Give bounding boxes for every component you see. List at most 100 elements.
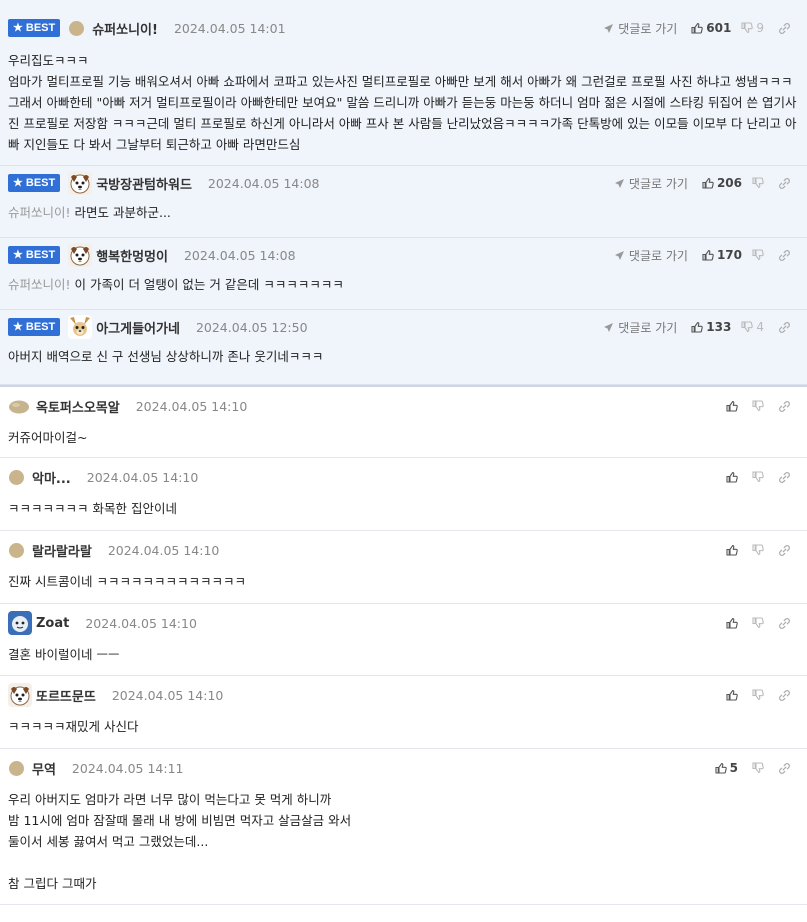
upvote-button[interactable]: 170 (702, 248, 742, 262)
thumbs-down-icon (752, 471, 764, 483)
upvote-button[interactable] (726, 544, 738, 556)
comment-actions: 5 (715, 760, 791, 776)
comment-date: 2024.04.05 14:10 (135, 398, 248, 414)
comment-meta: ★ BEST 슈퍼쏘니이! 2024.04.05 14:01 (8, 19, 286, 38)
star-icon: ★ (13, 21, 23, 34)
share-link-button[interactable] (778, 177, 791, 190)
comment-meta: 랄라랄라랄 2024.04.05 14:10 (8, 541, 220, 560)
author-nickname[interactable]: 무역 (32, 759, 56, 778)
comment: 무역 2024.04.05 14:11 5 우리 아버지도 엄마가 라면 너무 … (0, 749, 807, 905)
downvote-button[interactable] (752, 177, 764, 189)
comment-text: 우리집도ㅋㅋㅋ 엄마가 멀티프로필 기능 배워오셔서 아빠 쇼파에서 코파고 있… (8, 53, 797, 152)
comment-date: 2024.04.05 14:11 (71, 760, 184, 776)
author-nickname[interactable]: 랄라랄라랄 (32, 541, 92, 560)
comment-date: 2024.04.05 12:50 (195, 319, 308, 335)
reply-target-nickname[interactable]: 슈퍼쏘니이! (8, 277, 71, 292)
link-icon (778, 544, 791, 557)
thumbs-up-icon (702, 177, 714, 189)
comment-text: 아버지 배역으로 신 구 선생님 상상하니까 존나 웃기네ㅋㅋㅋ (8, 349, 324, 364)
avatar (68, 315, 93, 339)
thumbs-up-icon (726, 544, 738, 556)
avatar (8, 611, 32, 635)
comment-header: ★ BEST 아그게들어가네 2024.04.05 12:50 댓글로 가기 1… (8, 315, 799, 339)
upvote-button[interactable] (726, 400, 738, 412)
comment-text: 진짜 시트콤이네 ㅋㅋㅋㅋㅋㅋㅋㅋㅋㅋㅋㅋㅋ (8, 574, 246, 589)
link-icon (778, 689, 791, 702)
author-nickname[interactable]: 행복한멍멍이 (96, 246, 168, 265)
best-badge: ★ BEST (8, 246, 61, 264)
comment-actions (726, 615, 791, 631)
author-nickname[interactable]: 국방장관텀하워드 (96, 174, 192, 193)
reply-target-nickname[interactable]: 슈퍼쏘니이! (8, 205, 71, 220)
thumbs-up-icon (726, 689, 738, 701)
thumbs-up-icon (726, 471, 738, 483)
comment-actions (726, 687, 791, 703)
share-link-button[interactable] (778, 471, 791, 484)
comment-header: 무역 2024.04.05 14:11 5 (8, 759, 799, 778)
author-nickname[interactable]: 아그게들어가네 (96, 318, 180, 337)
downvote-button[interactable] (752, 249, 764, 261)
go-to-reply-link[interactable]: 댓글로 가기 (614, 175, 688, 192)
comment-header: 악마... 2024.04.05 14:10 (8, 468, 799, 487)
downvote-button[interactable] (752, 617, 764, 629)
thumbs-up-icon (726, 400, 738, 412)
avatar (68, 171, 93, 195)
share-link-button[interactable] (778, 22, 791, 35)
avatar (8, 683, 32, 707)
downvote-button[interactable]: 9 (741, 21, 764, 35)
share-link-button[interactable] (778, 400, 791, 413)
downvote-button[interactable] (752, 544, 764, 556)
upvote-count: 133 (706, 320, 732, 334)
comment-date: 2024.04.05 14:01 (173, 20, 286, 36)
best-comment: ★ BEST 국방장관텀하워드 2024.04.05 14:08 댓글로 가기 (0, 166, 807, 238)
comment-text: ㅋㅋㅋㅋㅋㅋㅋ 화목한 집안이네 (8, 501, 177, 516)
comment-header: ★ BEST 슈퍼쏘니이! 2024.04.05 14:01 댓글로 가기 60… (8, 19, 799, 38)
share-link-button[interactable] (778, 544, 791, 557)
share-link-button[interactable] (778, 617, 791, 630)
link-icon (778, 321, 791, 334)
upvote-button[interactable]: 206 (702, 176, 742, 190)
author-nickname[interactable]: 악마... (32, 468, 71, 487)
author-nickname[interactable]: 또르뜨문뜨 (36, 686, 96, 705)
upvote-button[interactable]: 5 (715, 761, 738, 775)
upvote-button[interactable] (726, 471, 738, 483)
author-nickname[interactable]: 슈퍼쏘니이! (92, 19, 158, 38)
go-to-reply-link[interactable]: 댓글로 가기 (603, 20, 677, 37)
thumbs-down-icon (752, 249, 764, 261)
downvote-button[interactable] (752, 400, 764, 412)
comment-date: 2024.04.05 14:10 (85, 615, 197, 631)
share-link-button[interactable] (778, 249, 791, 262)
comment-text: 커쥬어마이걸~ (8, 430, 88, 445)
upvote-button[interactable]: 133 (691, 320, 731, 334)
comment-actions: 댓글로 가기 170 (614, 247, 791, 263)
go-to-reply-link[interactable]: 댓글로 가기 (603, 319, 677, 336)
upvote-count: 601 (706, 21, 732, 35)
comment-actions: 댓글로 가기 206 (614, 175, 791, 191)
link-icon (778, 617, 791, 630)
downvote-button[interactable]: 4 (741, 320, 764, 334)
share-link-button[interactable] (778, 321, 791, 334)
comment-date: 2024.04.05 14:10 (107, 542, 220, 558)
thumbs-down-icon (752, 400, 764, 412)
upvote-count: 170 (716, 248, 742, 262)
share-link-button[interactable] (778, 762, 791, 775)
thumbs-down-icon (752, 544, 764, 556)
downvote-button[interactable] (752, 762, 764, 774)
go-to-reply-link[interactable]: 댓글로 가기 (614, 247, 688, 264)
share-link-button[interactable] (778, 689, 791, 702)
author-nickname[interactable]: 옥토퍼스오목알 (36, 397, 120, 416)
author-nickname[interactable]: Zoat (36, 616, 69, 631)
link-icon (778, 177, 791, 190)
comment-meta: ★ BEST 국방장관텀하워드 2024.04.05 14:08 (8, 171, 319, 195)
avatar (68, 243, 93, 267)
upvote-button[interactable]: 601 (691, 21, 731, 35)
comment-actions (726, 398, 791, 414)
thumbs-down-icon (752, 617, 764, 629)
downvote-button[interactable] (752, 689, 764, 701)
star-icon: ★ (13, 320, 23, 333)
comment-meta: 옥토퍼스오목알 2024.04.05 14:10 (8, 397, 248, 416)
comment-header: ★ BEST 국방장관텀하워드 2024.04.05 14:08 댓글로 가기 (8, 171, 799, 195)
upvote-button[interactable] (726, 617, 738, 629)
downvote-button[interactable] (752, 471, 764, 483)
upvote-button[interactable] (726, 689, 738, 701)
